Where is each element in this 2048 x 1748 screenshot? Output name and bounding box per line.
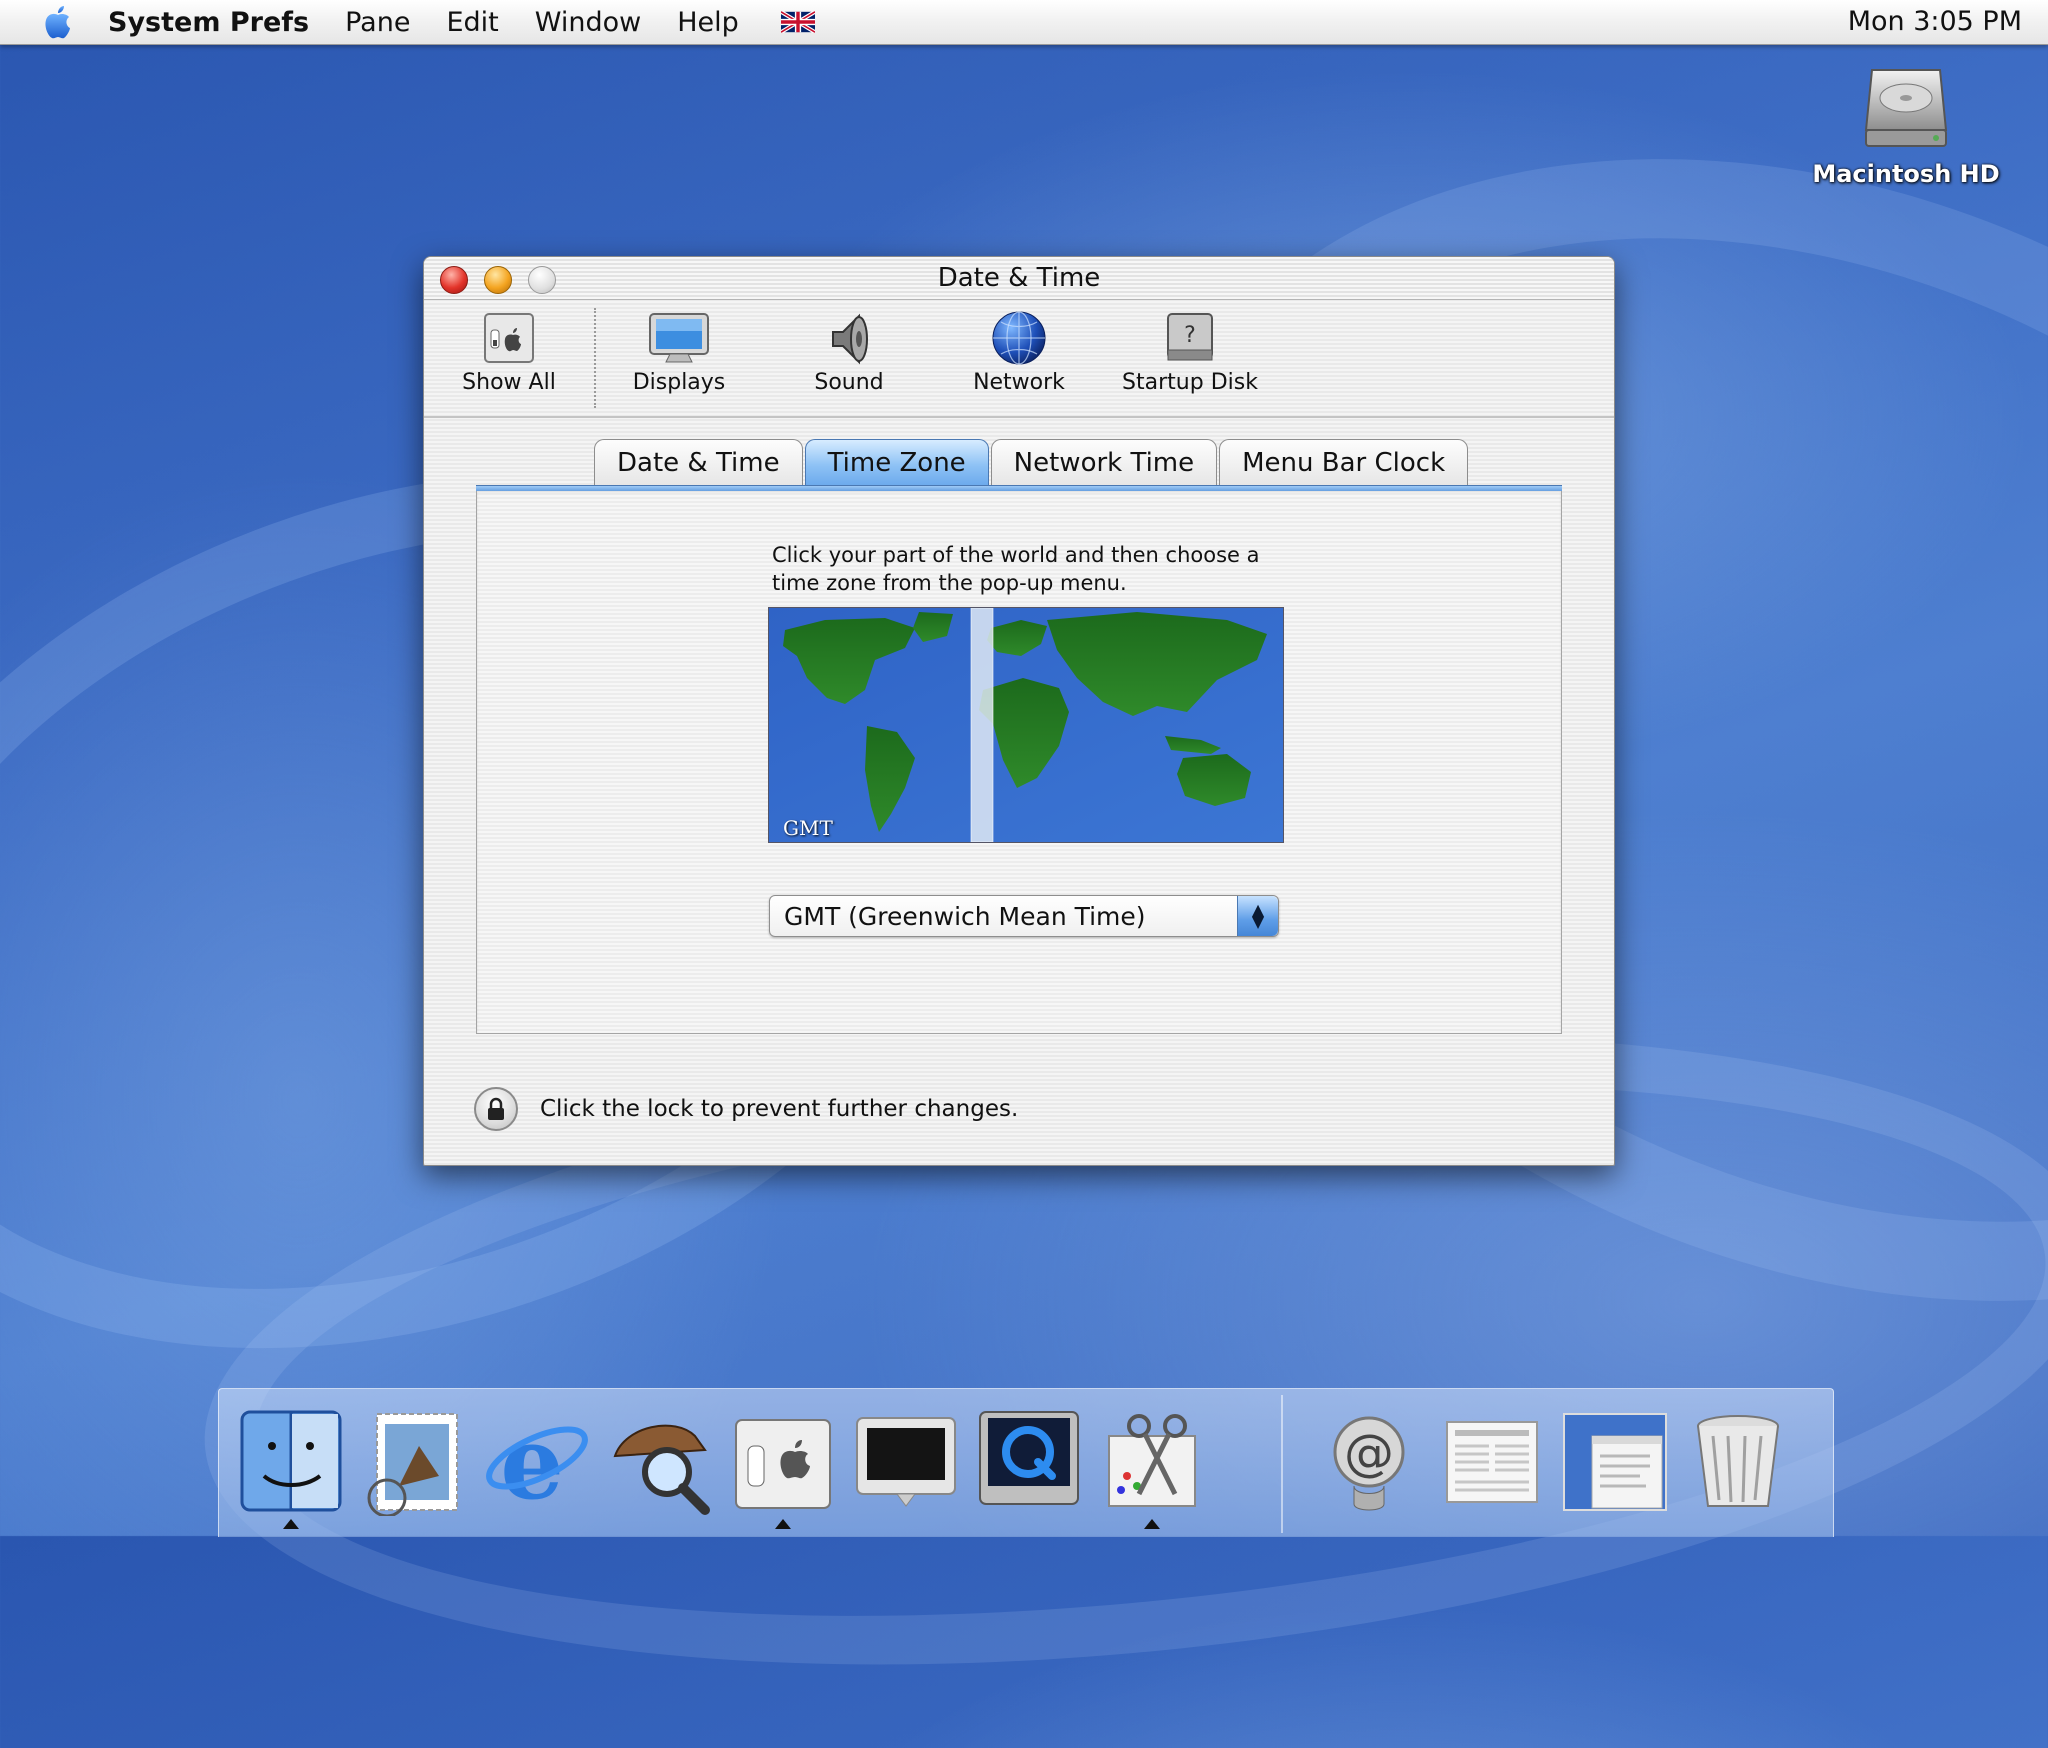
- running-indicator: [775, 1519, 791, 1529]
- menu-pane[interactable]: Pane: [345, 7, 410, 38]
- disk-icon: ?: [1167, 313, 1213, 361]
- toolbar-network[interactable]: Network: [964, 310, 1074, 395]
- lock-text: Click the lock to prevent further change…: [540, 1096, 1019, 1122]
- speaker-icon: [832, 313, 868, 365]
- globe-icon: [992, 311, 1046, 365]
- app-menu[interactable]: System Prefs: [108, 7, 309, 38]
- uk-flag-icon[interactable]: [780, 11, 815, 33]
- internet-connect-icon: @: [1333, 1416, 1405, 1511]
- world-map-image: [769, 608, 1283, 842]
- toolbar-show-all-label: Show All: [462, 370, 556, 395]
- time-zone-pane: Click your part of the world and then ch…: [476, 491, 1562, 1034]
- popup-arrows-icon: ▲ ▼: [1237, 896, 1278, 936]
- toolbar-startup-disk-label: Startup Disk: [1122, 370, 1258, 395]
- svg-text:@: @: [1344, 1424, 1394, 1482]
- scissors-icon: [1108, 1414, 1196, 1507]
- running-indicator: [1144, 1519, 1160, 1529]
- system-preferences-icon: [735, 1419, 831, 1509]
- toolbar-displays[interactable]: Displays: [624, 310, 734, 395]
- toolbar-separator: [594, 308, 596, 408]
- show-all-icon: [484, 313, 534, 363]
- date-time-window: Date & Time Show All Displays Sound Netw…: [423, 256, 1615, 1166]
- dock-quicktime[interactable]: [969, 1397, 1089, 1525]
- dock-newspaper[interactable]: [1432, 1397, 1552, 1525]
- mail-icon: [367, 1413, 458, 1516]
- minimized-window-icon: [1563, 1413, 1667, 1511]
- dock-internet-connect[interactable]: @: [1309, 1397, 1429, 1525]
- lock-button[interactable]: [474, 1087, 518, 1131]
- dock-trash[interactable]: [1678, 1397, 1798, 1525]
- svg-text:e: e: [500, 1406, 564, 1516]
- timezone-popup[interactable]: GMT (Greenwich Mean Time) ▲ ▼: [769, 895, 1279, 937]
- finder-icon: [240, 1410, 342, 1512]
- toolbar-displays-label: Displays: [632, 370, 726, 395]
- newspaper-icon: [1446, 1421, 1538, 1503]
- dock-monitor[interactable]: [846, 1397, 966, 1525]
- toolbar-sound-label: Sound: [814, 370, 884, 395]
- running-indicator: [283, 1519, 299, 1529]
- sherlock-icon: [613, 1424, 710, 1515]
- svg-text:?: ?: [1184, 323, 1196, 348]
- menu-bar: System Prefs Pane Edit Window Help Mon 3…: [0, 0, 2048, 45]
- lock-icon: [488, 1097, 504, 1120]
- lock-bar: Click the lock to prevent further change…: [474, 1087, 1018, 1131]
- preferences-toolbar: Show All Displays Sound Network ? Startu…: [424, 300, 1614, 418]
- apple-menu-icon[interactable]: [40, 2, 76, 42]
- dock-mail[interactable]: [354, 1397, 474, 1525]
- displays-icon: [649, 313, 709, 363]
- toolbar-show-all[interactable]: Show All: [454, 310, 564, 395]
- trash-icon: [1697, 1415, 1779, 1507]
- menu-help[interactable]: Help: [677, 7, 739, 38]
- quicktime-icon: [979, 1411, 1079, 1505]
- tab-network-time[interactable]: Network Time: [990, 439, 1218, 486]
- internet-explorer-icon: e: [486, 1406, 588, 1516]
- dock-minimized-window[interactable]: [1555, 1397, 1675, 1525]
- instructions-text: Click your part of the world and then ch…: [772, 543, 1260, 595]
- menu-edit[interactable]: Edit: [446, 7, 498, 38]
- world-map[interactable]: GMT: [768, 607, 1284, 843]
- dock-finder[interactable]: [231, 1397, 351, 1529]
- dock: e @: [218, 1388, 1834, 1537]
- hard-disk-icon: [1864, 69, 1948, 147]
- macintosh-hd-label: Macintosh HD: [1812, 160, 2000, 188]
- dock-divider: [1281, 1395, 1283, 1533]
- tab-menu-bar-clock[interactable]: Menu Bar Clock: [1219, 439, 1469, 486]
- toolbar-network-label: Network: [973, 370, 1065, 395]
- monitor-icon: [856, 1417, 956, 1507]
- menu-clock[interactable]: Mon 3:05 PM: [1848, 6, 2022, 37]
- tab-time-zone[interactable]: Time Zone: [804, 439, 989, 486]
- map-zone-label: GMT: [783, 816, 833, 840]
- toolbar-sound[interactable]: Sound: [794, 310, 904, 395]
- window-title: Date & Time: [937, 263, 1101, 293]
- dock-grab[interactable]: [1092, 1397, 1212, 1529]
- tab-date-time[interactable]: Date & Time: [594, 439, 803, 486]
- window-titlebar[interactable]: Date & Time: [424, 257, 1614, 300]
- dock-internet-explorer[interactable]: e: [477, 1397, 597, 1525]
- tab-bar: Date & Time Time Zone Network Time Menu …: [594, 439, 1470, 491]
- dock-system-preferences[interactable]: [723, 1397, 843, 1529]
- dock-sherlock[interactable]: [600, 1397, 720, 1525]
- timezone-popup-value: GMT (Greenwich Mean Time): [784, 901, 1146, 931]
- toolbar-startup-disk[interactable]: ? Startup Disk: [1120, 310, 1260, 395]
- menu-window[interactable]: Window: [535, 7, 641, 38]
- macintosh-hd-desktop-icon[interactable]: Macintosh HD: [1796, 62, 2016, 188]
